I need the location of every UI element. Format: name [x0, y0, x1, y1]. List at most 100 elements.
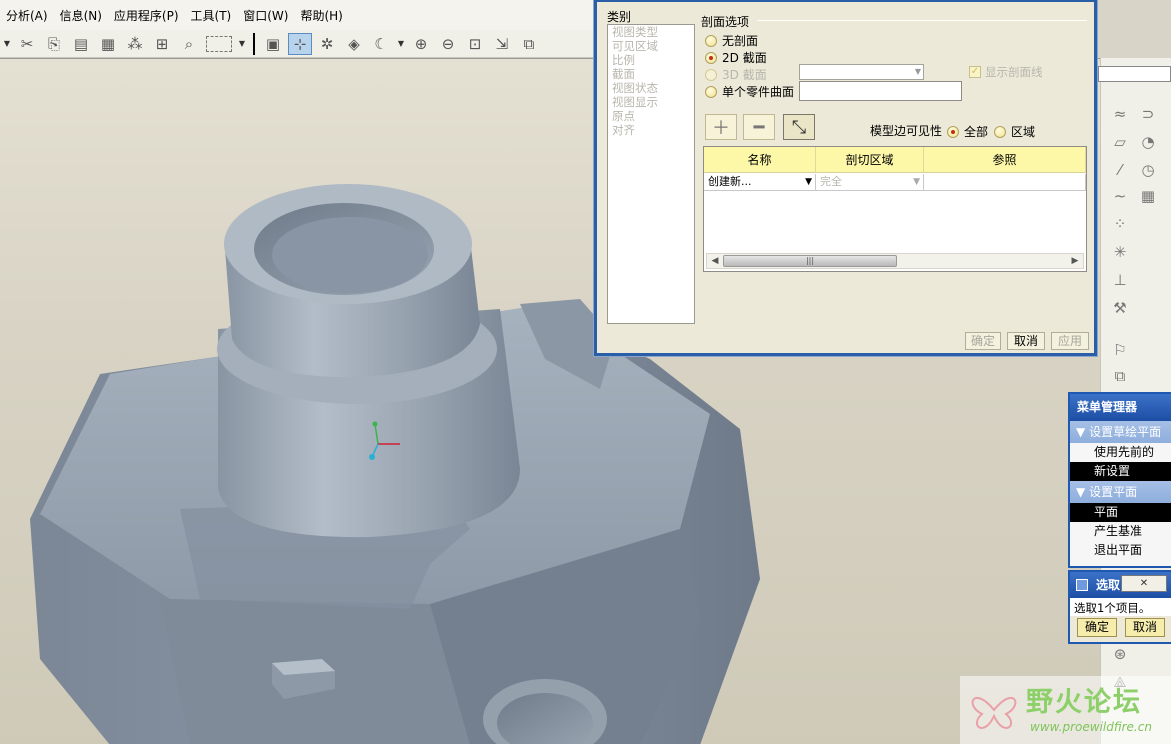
apply-button[interactable]: 应用: [1051, 332, 1089, 350]
category-item-visible-area[interactable]: 可见区域: [608, 39, 694, 53]
csys-icon[interactable]: ✳: [1109, 242, 1131, 262]
mm-item-use-previous[interactable]: 使用先前的: [1070, 443, 1171, 462]
horizontal-scrollbar[interactable]: ◀ ||| ▶: [706, 253, 1084, 269]
menu-info[interactable]: 信息(N): [54, 7, 108, 24]
dimension-icon[interactable]: ⊥: [1109, 270, 1131, 290]
menu-manager-title: 菜单管理器: [1070, 394, 1171, 421]
edge-area-radio[interactable]: 区域: [994, 123, 1035, 140]
watermark-url: www.proewildfire.cn: [1030, 720, 1152, 734]
zoom-in-icon[interactable]: ⊕: [409, 33, 433, 55]
axis-icon[interactable]: ◔: [1137, 132, 1159, 152]
add-row-button[interactable]: ＋: [705, 114, 737, 140]
scroll-right-icon[interactable]: ▶: [1067, 254, 1083, 268]
copy-icon[interactable]: ⎘: [42, 33, 66, 55]
checkbox-check-icon: ✓: [969, 66, 981, 78]
column-header-area: 剖切区域: [816, 147, 924, 172]
mm-section-sketch-plane[interactable]: ▼ 设置草绘平面: [1070, 421, 1171, 443]
edge-visibility-label: 模型边可见性: [870, 124, 943, 138]
table-header: 名称 剖切区域 参照: [704, 147, 1086, 173]
category-item-sections[interactable]: 截面: [608, 67, 694, 81]
paste-icon[interactable]: ▤: [69, 33, 93, 55]
saved-views-icon[interactable]: ⧉: [517, 33, 541, 55]
section-3d-combo[interactable]: ▼: [799, 64, 924, 80]
tool-icon[interactable]: ⚒: [1109, 298, 1131, 318]
edge-all-radio[interactable]: 全部: [947, 123, 988, 140]
shading-drop-icon[interactable]: ▼: [396, 39, 406, 48]
no-section-radio[interactable]: 无剖面: [705, 32, 758, 49]
section-2d-label: 2D 截面: [722, 51, 767, 65]
select-ok-button[interactable]: 确定: [1077, 618, 1117, 637]
spline-icon[interactable]: ∼: [1109, 186, 1131, 206]
copy-feature-icon[interactable]: ⧉: [1109, 366, 1131, 386]
category-item-view-display[interactable]: 视图显示: [608, 95, 694, 109]
section-3d-radio[interactable]: 3D 截面: [705, 66, 767, 83]
filter-field[interactable]: [1098, 66, 1171, 82]
select-dialog: 选取 ✕ 选取1个项目。 确定 取消: [1068, 570, 1171, 644]
flag-icon[interactable]: ⚐: [1109, 340, 1131, 360]
spin-center-icon[interactable]: ✲: [315, 33, 339, 55]
curve-icon[interactable]: ⊃: [1137, 104, 1159, 124]
regenerate-manager-icon[interactable]: ⊞: [150, 33, 174, 55]
category-item-view-states[interactable]: 视图状态: [608, 81, 694, 95]
category-item-origin[interactable]: 原点: [608, 109, 694, 123]
reference-cell[interactable]: [924, 174, 1086, 191]
regenerate-icon[interactable]: ⁂: [123, 33, 147, 55]
scroll-thumb[interactable]: |||: [723, 255, 897, 267]
rotate-icon[interactable]: ◷: [1137, 160, 1159, 180]
shading-icon[interactable]: ☾: [369, 33, 393, 55]
name-cell-value: 创建新...: [708, 175, 752, 188]
close-icon[interactable]: ✕: [1121, 575, 1167, 592]
select-message: 选取1个项目。: [1070, 598, 1171, 616]
single-part-surface-radio[interactable]: 单个零件曲面: [705, 83, 794, 100]
select-box-icon[interactable]: [206, 35, 232, 52]
cancel-button[interactable]: 取消: [1007, 332, 1045, 350]
points-icon[interactable]: ⁘: [1109, 214, 1131, 234]
plane-icon[interactable]: ▱: [1109, 132, 1131, 152]
section-2d-radio[interactable]: 2D 截面: [705, 49, 767, 66]
chevron-down-icon: ▼: [913, 177, 920, 187]
ok-button[interactable]: 确定: [965, 332, 1001, 350]
pattern-icon[interactable]: ⊛: [1109, 644, 1131, 664]
menu-applications[interactable]: 应用程序(P): [108, 7, 185, 24]
paste-special-icon[interactable]: ▦: [96, 33, 120, 55]
scroll-left-icon[interactable]: ◀: [707, 254, 723, 268]
refit-icon[interactable]: ⊡: [463, 33, 487, 55]
cut-icon[interactable]: ✂: [15, 33, 39, 55]
reorient-icon[interactable]: ⇲: [490, 33, 514, 55]
butterfly-logo-icon: [971, 696, 1017, 729]
column-header-name: 名称: [704, 147, 816, 172]
toolbar-separator: [253, 32, 255, 55]
menu-bar: 分析(A) 信息(N) 应用程序(P) 工具(T) 窗口(W) 帮助(H): [0, 0, 600, 30]
watermark-title: 野火论坛: [1026, 687, 1142, 718]
find-icon[interactable]: ⌕: [177, 33, 201, 55]
menu-window[interactable]: 窗口(W): [237, 7, 294, 24]
sketch-icon[interactable]: ≈: [1109, 104, 1131, 124]
zoom-out-icon[interactable]: ⊖: [436, 33, 460, 55]
category-item-alignment[interactable]: 对齐: [608, 123, 694, 137]
part-surface-field[interactable]: [799, 81, 962, 101]
category-item-view-type[interactable]: 视图类型: [608, 25, 694, 39]
mm-section-set-plane[interactable]: ▼ 设置平面: [1070, 481, 1171, 503]
mm-item-make-datum[interactable]: 产生基准: [1070, 522, 1171, 541]
menu-analysis[interactable]: 分析(A): [0, 7, 54, 24]
model-tree-icon[interactable]: ▣: [261, 33, 285, 55]
arrow-diagonal-icon: ⤡: [791, 116, 807, 138]
category-item-scale[interactable]: 比例: [608, 53, 694, 67]
datum-display-icon[interactable]: ⊹: [288, 32, 312, 55]
drop-arrow-icon[interactable]: ▼: [2, 39, 12, 48]
menu-help[interactable]: 帮助(H): [294, 7, 348, 24]
mm-item-plane[interactable]: 平面: [1070, 503, 1171, 522]
view-manager-icon[interactable]: ◈: [342, 33, 366, 55]
mm-item-new-setup[interactable]: 新设置: [1070, 462, 1171, 481]
show-hatch-checkbox[interactable]: ✓ 显示剖面线: [969, 64, 1043, 80]
select-cancel-button[interactable]: 取消: [1125, 618, 1165, 637]
menu-tools[interactable]: 工具(T): [185, 7, 238, 24]
arrow-button[interactable]: ⤡: [783, 114, 815, 140]
remove-row-button[interactable]: ━: [743, 114, 775, 140]
mm-item-quit-plane[interactable]: 退出平面: [1070, 541, 1171, 560]
grid-icon[interactable]: ▦: [1137, 186, 1159, 206]
select-drop-icon[interactable]: ▼: [237, 39, 247, 48]
line-icon[interactable]: ⁄: [1109, 160, 1131, 180]
area-cell[interactable]: 完全 ▼: [816, 174, 924, 191]
name-cell[interactable]: 创建新... ▼: [704, 174, 816, 191]
